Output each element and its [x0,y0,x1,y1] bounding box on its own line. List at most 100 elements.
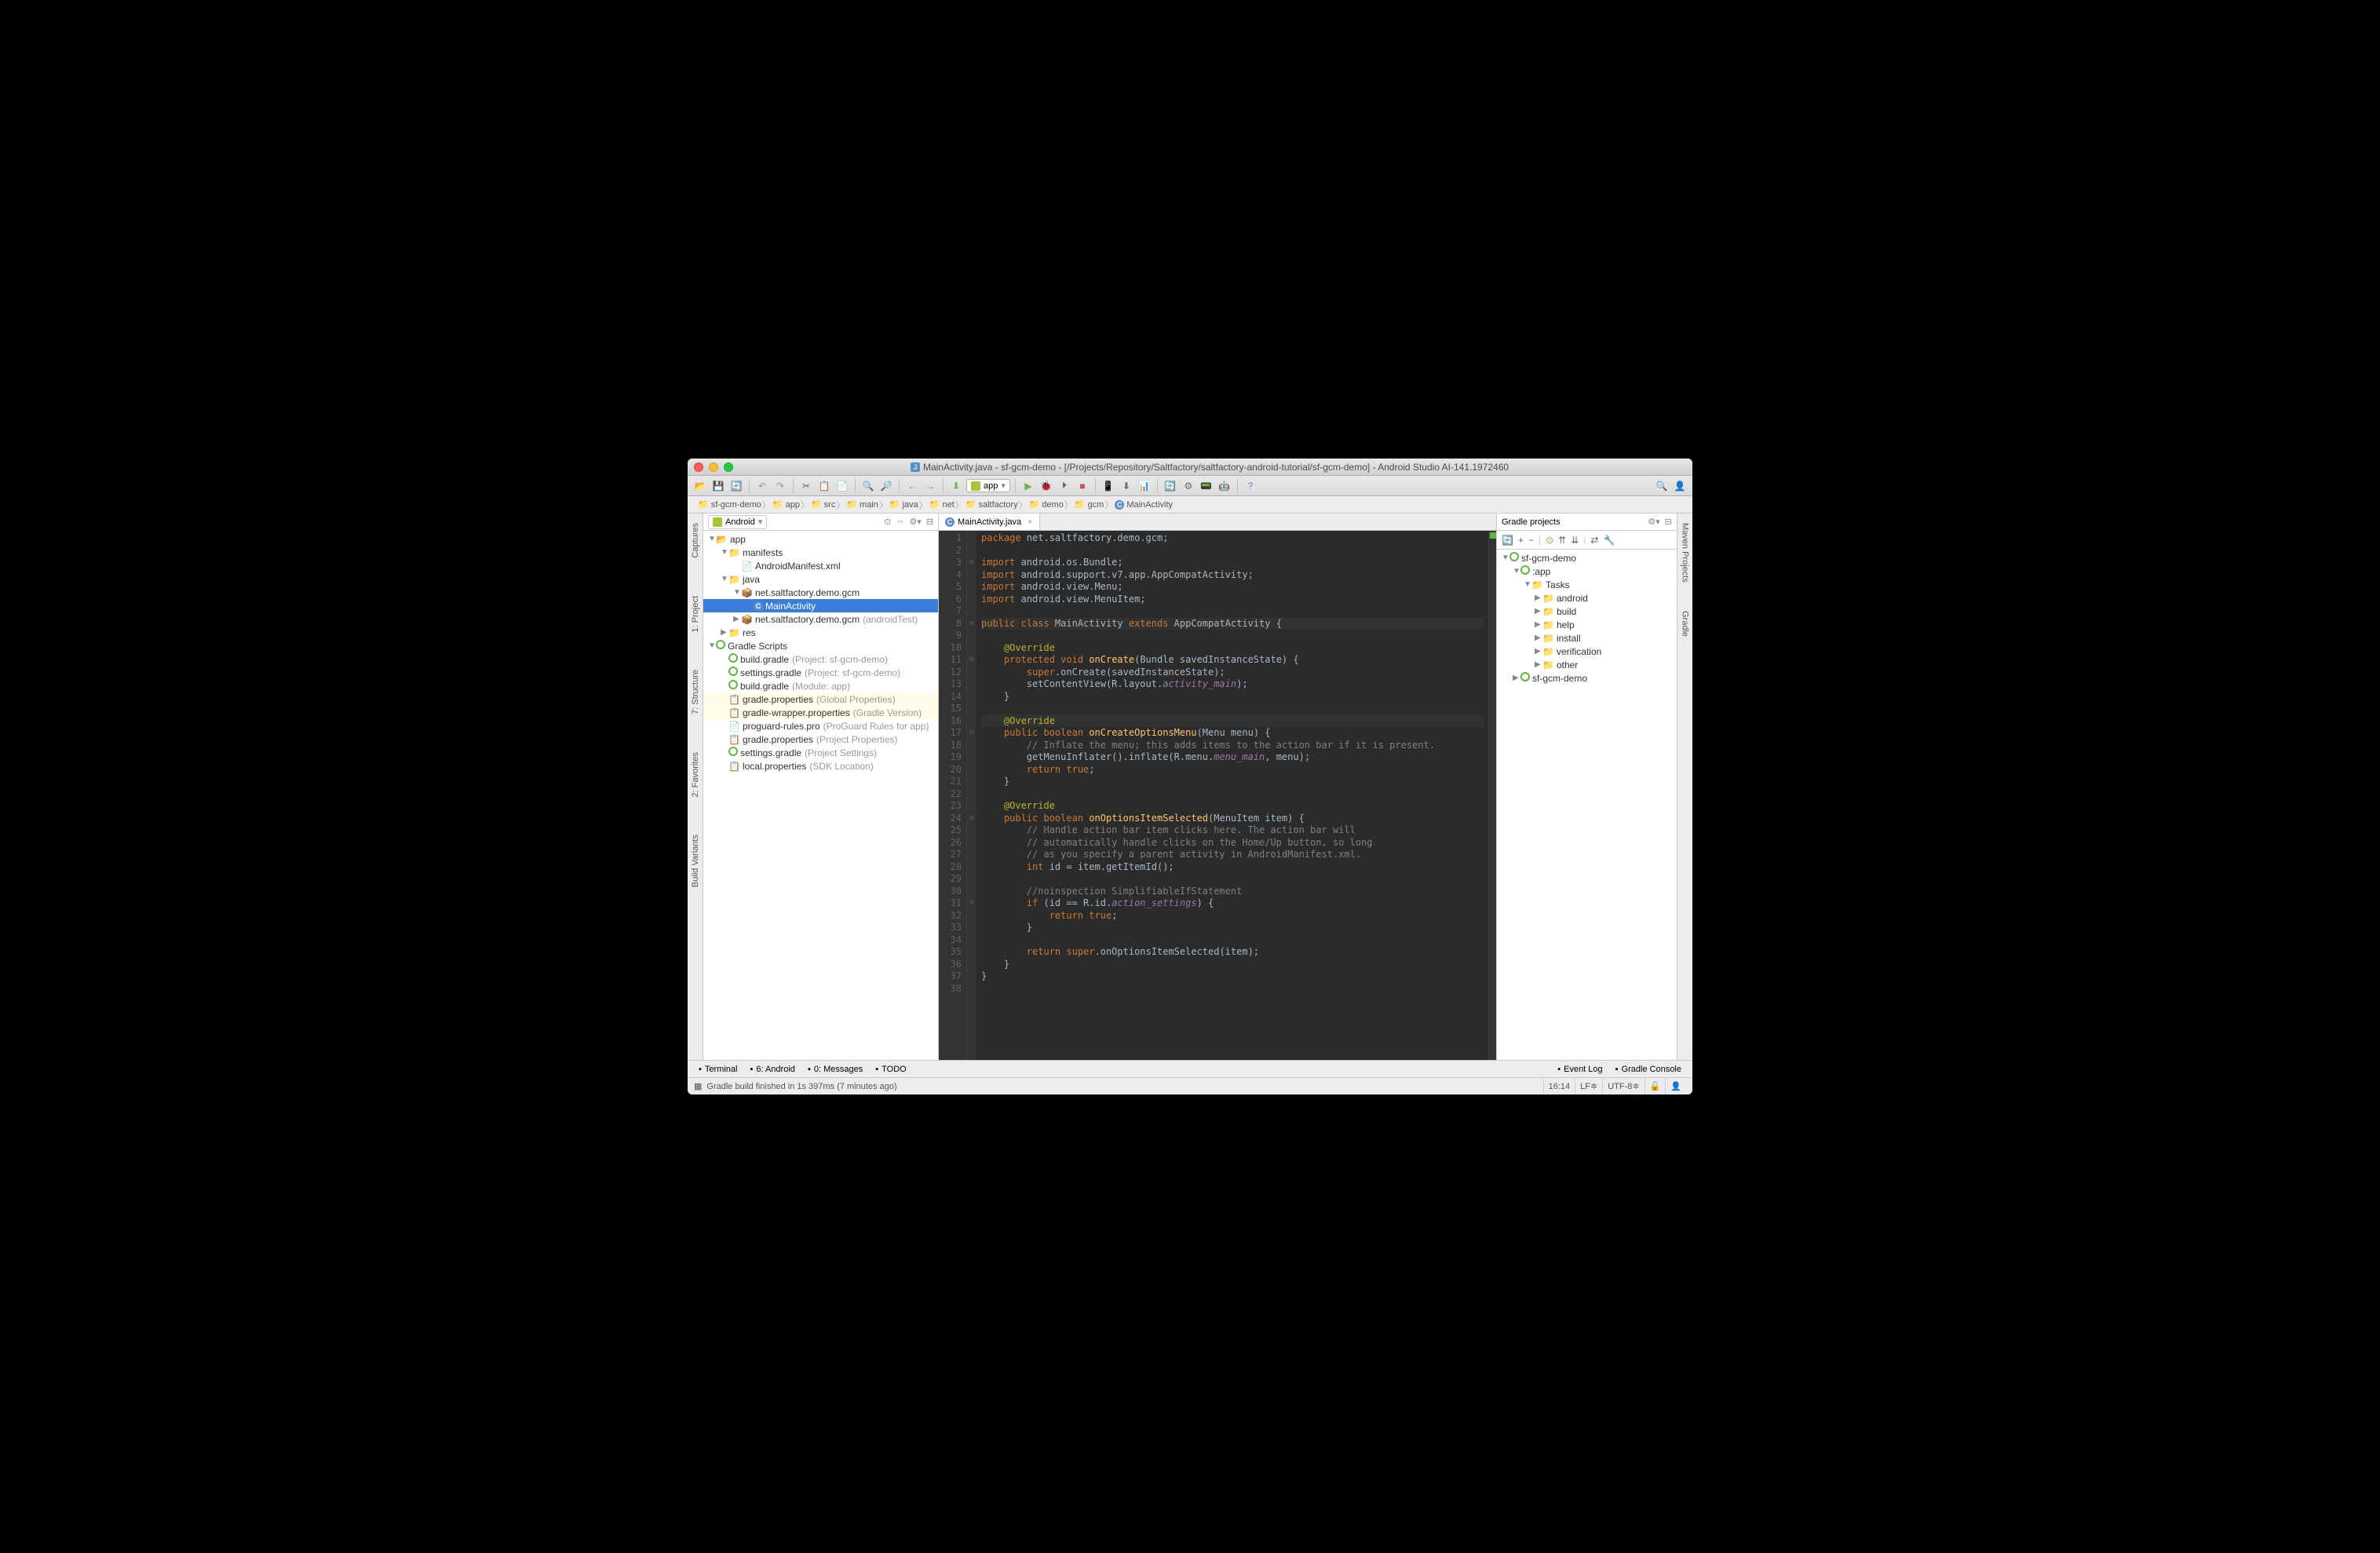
breadcrumb-item[interactable]: 📁sf-gcm-demo [692,496,767,513]
run-icon[interactable]: ▶ [1020,478,1036,494]
replace-icon[interactable]: 🔎 [878,478,894,494]
tool-window-tab[interactable]: 2: Favorites [689,746,702,803]
breadcrumb-item[interactable]: 📁java [884,496,924,513]
expand-all-icon[interactable]: ⇈ [1558,535,1566,546]
code-editor[interactable]: 1234567891011121314151617181920212223242… [939,531,1496,1060]
debug-icon[interactable]: 🐞 [1039,478,1054,494]
tree-node[interactable]: 📄proguard-rules.pro(ProGuard Rules for a… [703,719,938,733]
bottom-tab[interactable]: ▪Terminal [692,1061,743,1077]
save-icon[interactable]: 💾 [710,478,726,494]
tree-node[interactable]: ▼📁manifests [703,546,938,559]
error-stripe[interactable] [1488,531,1496,1060]
breadcrumb-item[interactable]: 📁src [805,496,841,513]
project-view-selector[interactable]: Android ▾ [708,515,767,529]
breadcrumb-item[interactable]: 📁saltfactory [960,496,1024,513]
device-icon[interactable]: 📟 [1199,478,1214,494]
collapse-icon[interactable]: ⊙ [884,517,891,527]
tree-node[interactable]: build.gradle(Module: app) [703,679,938,692]
toggle-icon[interactable]: ⇄ [1590,535,1598,546]
tree-node[interactable]: ▼📦net.saltfactory.demo.gcm [703,586,938,599]
tree-node[interactable]: build.gradle(Project: sf-gcm-demo) [703,652,938,666]
tree-node[interactable]: settings.gradle(Project Settings) [703,746,938,759]
gradle-tree-node[interactable]: ▶📁other [1497,658,1677,671]
tree-node[interactable]: CMainActivity [703,599,938,612]
gradle-tree-node[interactable]: ▼sf-gcm-demo [1497,551,1677,565]
tree-node[interactable]: ▶📦net.saltfactory.demo.gcm(androidTest) [703,612,938,626]
breadcrumb-item[interactable]: CMainActivity [1109,496,1178,513]
fold-gutter[interactable]: ⊟⊟⊟⊟⊟⊟ [967,531,976,1060]
sdk-icon[interactable]: ⬇ [1119,478,1134,494]
tree-node[interactable]: ▼Gradle Scripts [703,639,938,652]
tool-window-tab[interactable]: Captures [689,517,702,565]
gradle-settings-icon[interactable]: ⚙▾ [1648,517,1659,527]
tool-window-tab[interactable]: Maven Projects [1679,517,1692,589]
gradle-tree-node[interactable]: ▶📁install [1497,631,1677,645]
breadcrumb-item[interactable]: 📁demo [1024,496,1069,513]
caret-position[interactable]: 16:14 [1543,1078,1575,1094]
tree-node[interactable]: 📋local.properties(SDK Location) [703,759,938,773]
bottom-tab[interactable]: ▪6: Android [743,1061,801,1077]
breadcrumb-item[interactable]: 📁app [767,496,805,513]
back-icon[interactable]: ← [904,478,920,494]
gradle-tree-node[interactable]: ▶sf-gcm-demo [1497,671,1677,685]
sync-project-icon[interactable]: 🔄 [1163,478,1178,494]
refresh-icon[interactable]: 🔄 [1502,535,1513,546]
bottom-tab[interactable]: ▪TODO [869,1061,912,1077]
zoom-window-button[interactable] [724,462,733,472]
lock-icon[interactable]: 🔓 [1644,1078,1666,1094]
user-icon[interactable]: 👤 [1672,478,1688,494]
breadcrumb-item[interactable]: 📁main [841,496,884,513]
tree-node[interactable]: 📋gradle.properties(Project Properties) [703,733,938,746]
bottom-tab[interactable]: ▪Gradle Console [1609,1061,1688,1077]
insp-icon[interactable]: 👤 [1665,1078,1686,1094]
add-icon[interactable]: + [1518,535,1524,546]
avd-icon[interactable]: 📱 [1101,478,1116,494]
gradle-hide-icon[interactable]: ⊟ [1665,517,1672,527]
status-icon[interactable]: ▦ [694,1081,702,1091]
bottom-tab[interactable]: ▪Event Log [1551,1061,1608,1077]
execute-icon[interactable]: ⊙ [1546,535,1553,546]
monitor-icon[interactable]: 📊 [1137,478,1152,494]
close-tab-icon[interactable]: × [1028,517,1032,527]
undo-icon[interactable]: ↶ [754,478,770,494]
remove-icon[interactable]: − [1528,535,1534,546]
tool-window-tab[interactable]: Build Variants [689,828,702,893]
project-structure-icon[interactable]: ⚙ [1181,478,1196,494]
forward-icon[interactable]: → [922,478,938,494]
android-icon[interactable]: 🤖 [1217,478,1232,494]
tree-node[interactable]: settings.gradle(Project: sf-gcm-demo) [703,666,938,679]
minimize-window-button[interactable] [709,462,718,472]
bottom-tab[interactable]: ▪0: Messages [801,1061,869,1077]
collapse-all-icon[interactable]: ⇊ [1571,535,1579,546]
code-content[interactable]: package net.saltfactory.demo.gcm;import … [976,531,1488,1060]
close-window-button[interactable] [694,462,703,472]
run-config-selector[interactable]: app ▾ [966,479,1010,492]
gradle-tree-node[interactable]: ▼:app [1497,565,1677,578]
redo-icon[interactable]: ↷ [772,478,788,494]
tree-node[interactable]: 📋gradle.properties(Global Properties) [703,692,938,706]
expand-icon[interactable]: ⇔ [896,517,904,527]
make-icon[interactable]: ⬇ [948,478,964,494]
open-icon[interactable]: 📂 [692,478,708,494]
gradle-tree-node[interactable]: ▶📁build [1497,605,1677,618]
paste-icon[interactable]: 📄 [834,478,850,494]
file-encoding[interactable]: UTF-8≑ [1602,1078,1644,1094]
line-separator[interactable]: LF≑ [1575,1078,1602,1094]
tree-node[interactable]: 📄AndroidManifest.xml [703,559,938,572]
editor-tab[interactable]: C MainActivity.java × [939,513,1040,530]
tool-window-tab[interactable]: 1: Project [689,590,702,638]
settings-icon[interactable]: ⚙▾ [909,517,921,527]
copy-icon[interactable]: 📋 [816,478,832,494]
cut-icon[interactable]: ✂ [798,478,814,494]
tree-node[interactable]: ▼📁java [703,572,938,586]
project-tree[interactable]: ▼📂app▼📁manifests📄AndroidManifest.xml▼📁ja… [703,531,938,1060]
stop-icon[interactable]: ■ [1075,478,1090,494]
gradle-tree-node[interactable]: ▶📁android [1497,591,1677,605]
tree-node[interactable]: ▼📂app [703,532,938,546]
breadcrumb-item[interactable]: 📁net [924,496,960,513]
gradle-tree-node[interactable]: ▶📁help [1497,618,1677,631]
breadcrumb-item[interactable]: 📁gcm [1069,496,1109,513]
gradle-tree-node[interactable]: ▶📁verification [1497,645,1677,658]
gradle-tree[interactable]: ▼sf-gcm-demo▼:app▼📁Tasks▶📁android▶📁build… [1497,550,1677,1060]
tree-node[interactable]: 📋gradle-wrapper.properties(Gradle Versio… [703,706,938,719]
